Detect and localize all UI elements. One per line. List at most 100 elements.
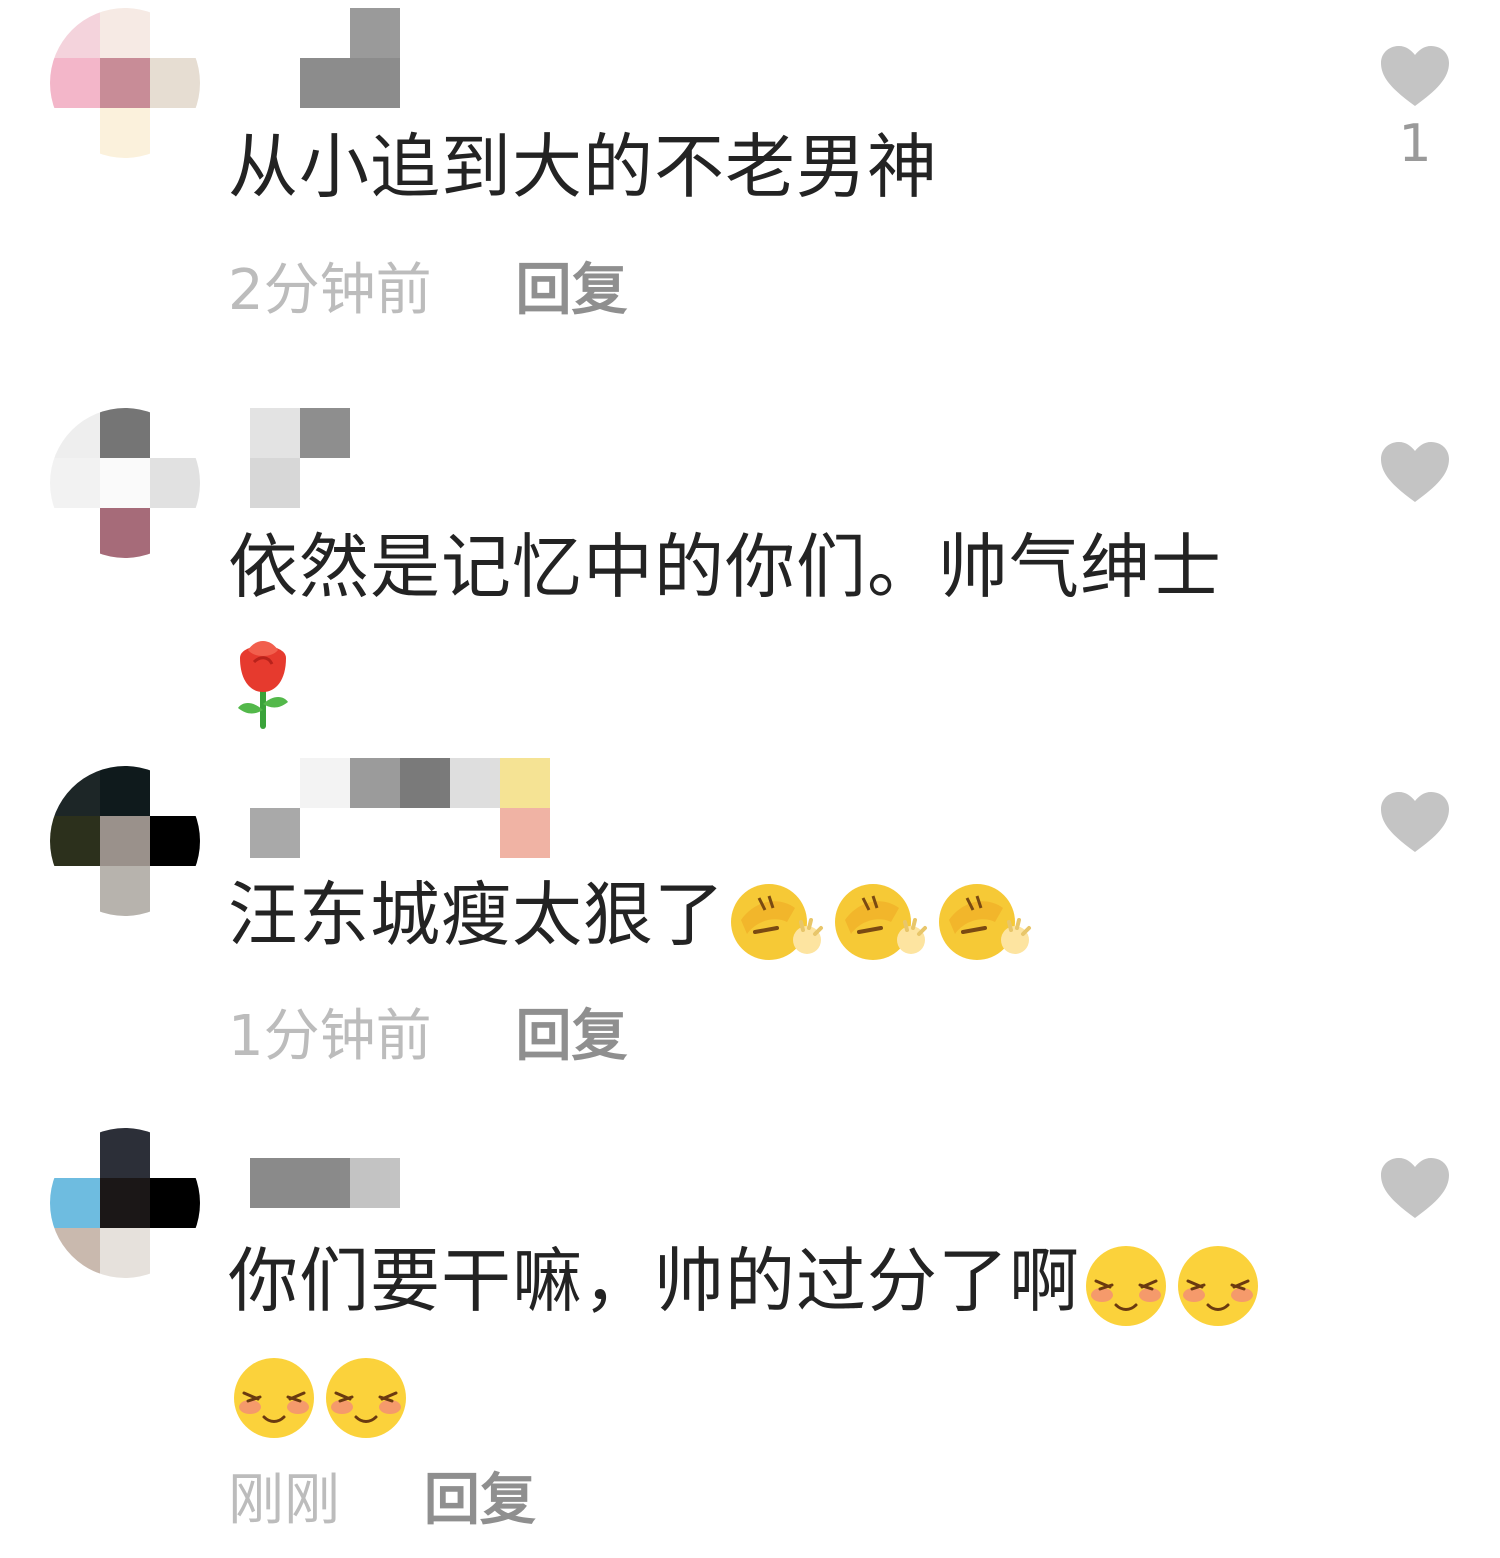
username-pixel: [300, 1108, 350, 1158]
comment-item: 从小追到大的不老男神 2分钟前 回复 1: [0, 0, 1500, 360]
comment-text-body: 汪东城瘦太狠了: [228, 874, 725, 956]
username-pixel: [450, 758, 500, 808]
comment-item: 你们要干嘛，帅的过分了啊 刚刚 回复: [0, 1108, 1500, 1558]
username-pixel: [250, 58, 300, 108]
avatar-pixel: [150, 816, 200, 866]
comment-time: 刚刚: [228, 1468, 340, 1533]
rose-icon: [238, 640, 288, 729]
comment-meta: 1分钟前 回复: [228, 1002, 627, 1072]
comment-meta: 刚刚 回复: [228, 1466, 536, 1536]
avatar-pixel: [100, 8, 150, 58]
comment-text: 依然是记忆中的你们。帅气绅士: [228, 512, 1328, 734]
avatar-pixel: [100, 1128, 150, 1178]
comment-meta: 2分钟前 回复: [228, 256, 627, 326]
avatar-pixel: [50, 508, 100, 558]
username-pixel: [500, 1108, 550, 1158]
avatar[interactable]: [50, 408, 200, 558]
username-pixel: [450, 58, 500, 108]
username-pixel: [400, 808, 450, 858]
username-pixel: [350, 458, 400, 508]
username-pixel: [500, 58, 550, 108]
avatar-pixel: [100, 408, 150, 458]
username-pixel: [400, 408, 450, 458]
avatar-pixel: [150, 1128, 200, 1178]
avatar-pixel: [150, 508, 200, 558]
like-button[interactable]: 1: [1378, 44, 1452, 174]
comment-text-body: 从小追到大的不老男神: [228, 126, 938, 208]
avatar-pixel: [150, 458, 200, 508]
comment-list: 从小追到大的不老男神 2分钟前 回复 1 依然是记忆中的你们。帅气绅士 汪东城瘦…: [0, 0, 1500, 1558]
username-pixel: [500, 408, 550, 458]
avatar[interactable]: [50, 766, 200, 916]
facepalm-emoji-icon: [939, 883, 1031, 960]
heart-icon: [1381, 442, 1449, 502]
facepalm-emoji-icon: [731, 883, 823, 960]
comment-text: 你们要干嘛，帅的过分了啊: [228, 1226, 1328, 1448]
like-button[interactable]: [1378, 440, 1452, 504]
username[interactable]: [250, 408, 550, 508]
like-button[interactable]: [1378, 1156, 1452, 1220]
avatar-pixel: [50, 8, 100, 58]
avatar-pixel: [50, 766, 100, 816]
avatar-pixel: [50, 58, 100, 108]
avatar[interactable]: [50, 8, 200, 158]
avatar-pixel: [150, 1228, 200, 1278]
avatar-pixel: [50, 408, 100, 458]
username-pixel: [250, 808, 300, 858]
shy-emoji-icon: [1178, 1245, 1258, 1326]
facepalm-emoji-icon: [835, 883, 927, 960]
heart-icon: [1381, 792, 1449, 852]
like-button[interactable]: [1378, 790, 1452, 854]
username-pixel: [300, 8, 350, 58]
reply-button[interactable]: 回复: [515, 1004, 627, 1069]
avatar-pixel: [100, 766, 150, 816]
username-pixel: [500, 8, 550, 58]
comment-text: 从小追到大的不老男神: [228, 112, 1328, 222]
username-pixel: [400, 458, 450, 508]
username-pixel: [450, 8, 500, 58]
reply-button[interactable]: 回复: [515, 258, 627, 323]
comment-time: 2分钟前: [228, 258, 432, 323]
avatar-pixel: [100, 108, 150, 158]
avatar-pixel: [50, 816, 100, 866]
avatar-pixel: [150, 766, 200, 816]
avatar-pixel: [50, 1128, 100, 1178]
username-pixel: [350, 408, 400, 458]
username-pixel: [250, 1108, 300, 1158]
username[interactable]: [250, 8, 550, 108]
reply-button[interactable]: 回复: [424, 1468, 536, 1533]
avatar-pixel: [50, 458, 100, 508]
username[interactable]: [250, 1108, 550, 1208]
username-pixel: [350, 808, 400, 858]
avatar-pixel: [50, 1228, 100, 1278]
avatar-pixel: [100, 58, 150, 108]
username-pixel: [300, 758, 350, 808]
comment-item: 依然是记忆中的你们。帅气绅士: [0, 400, 1500, 730]
username[interactable]: [250, 758, 550, 858]
avatar-pixel: [150, 58, 200, 108]
username-pixel: [300, 58, 350, 108]
avatar[interactable]: [50, 1128, 200, 1278]
username-pixel: [250, 758, 300, 808]
avatar-pixel: [150, 108, 200, 158]
avatar-pixel: [150, 866, 200, 916]
username-pixel: [450, 1158, 500, 1208]
like-count: 1: [1398, 114, 1432, 174]
username-pixel: [350, 1158, 400, 1208]
comment-item: 汪东城瘦太狠了 1分钟前 回复: [0, 758, 1500, 1088]
comment-text-body: 依然是记忆中的你们。帅气绅士: [228, 526, 1222, 608]
comment-text-body: 你们要干嘛，帅的过分了啊: [228, 1240, 1080, 1322]
username-pixel: [500, 758, 550, 808]
avatar-pixel: [100, 458, 150, 508]
username-pixel: [250, 1158, 300, 1208]
username-pixel: [300, 408, 350, 458]
username-pixel: [400, 1108, 450, 1158]
avatar-pixel: [100, 508, 150, 558]
username-pixel: [450, 408, 500, 458]
avatar-pixel: [50, 108, 100, 158]
shy-emoji-icon: [234, 1357, 314, 1438]
avatar-pixel: [150, 408, 200, 458]
shy-emoji-icon: [326, 1357, 406, 1438]
username-pixel: [450, 808, 500, 858]
heart-icon: [1381, 1158, 1449, 1218]
